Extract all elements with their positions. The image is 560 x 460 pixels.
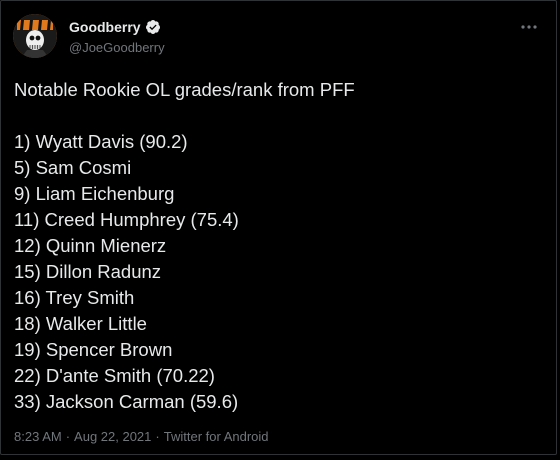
author-info: Goodberry @JoeGoodberry	[69, 18, 165, 55]
tweet-text: Notable Rookie OL grades/rank from PFF 1…	[14, 77, 544, 415]
tweet-card: Goodberry @JoeGoodberry Notable Rookie O…	[0, 0, 557, 455]
ranking-item: 15) Dillon Radunz	[14, 261, 162, 282]
tweet-date[interactable]: Aug 22, 2021	[74, 429, 151, 444]
bengals-skeleton-avatar	[13, 14, 57, 58]
tweet-intro: Notable Rookie OL grades/rank from PFF	[14, 79, 355, 100]
verified-badge-icon	[145, 19, 161, 35]
tweet-header: Goodberry @JoeGoodberry	[13, 14, 544, 60]
tweet-time[interactable]: 8:23 AM	[14, 429, 62, 444]
name-row: Goodberry	[69, 18, 165, 36]
user-handle[interactable]: @JoeGoodberry	[69, 40, 165, 55]
tweet-meta: 8:23 AM · Aug 22, 2021 · Twitter for And…	[14, 429, 269, 444]
ranking-item: 18) Walker Little	[14, 313, 147, 334]
ranking-item: 16) Trey Smith	[14, 287, 135, 308]
ranking-item: 19) Spencer Brown	[14, 339, 173, 360]
ranking-item: 33) Jackson Carman (59.6)	[14, 391, 239, 412]
tweet-source[interactable]: Twitter for Android	[164, 429, 269, 444]
display-name[interactable]: Goodberry	[69, 19, 141, 35]
ranking-item: 5) Sam Cosmi	[14, 157, 132, 178]
avatar[interactable]	[13, 14, 57, 58]
ranking-item: 12) Quinn Mienerz	[14, 235, 167, 256]
ranking-item: 11) Creed Humphrey (75.4)	[14, 209, 239, 230]
ranking-item: 22) D'ante Smith (70.22)	[14, 365, 215, 386]
meta-separator: ·	[65, 429, 71, 444]
ranking-item: 1) Wyatt Davis (90.2)	[14, 131, 188, 152]
more-options-icon[interactable]	[518, 16, 540, 38]
ranking-list: 1) Wyatt Davis (90.2) 5) Sam Cosmi 9) Li…	[14, 129, 544, 415]
ranking-item: 9) Liam Eichenburg	[14, 183, 175, 204]
meta-separator: ·	[155, 429, 160, 444]
